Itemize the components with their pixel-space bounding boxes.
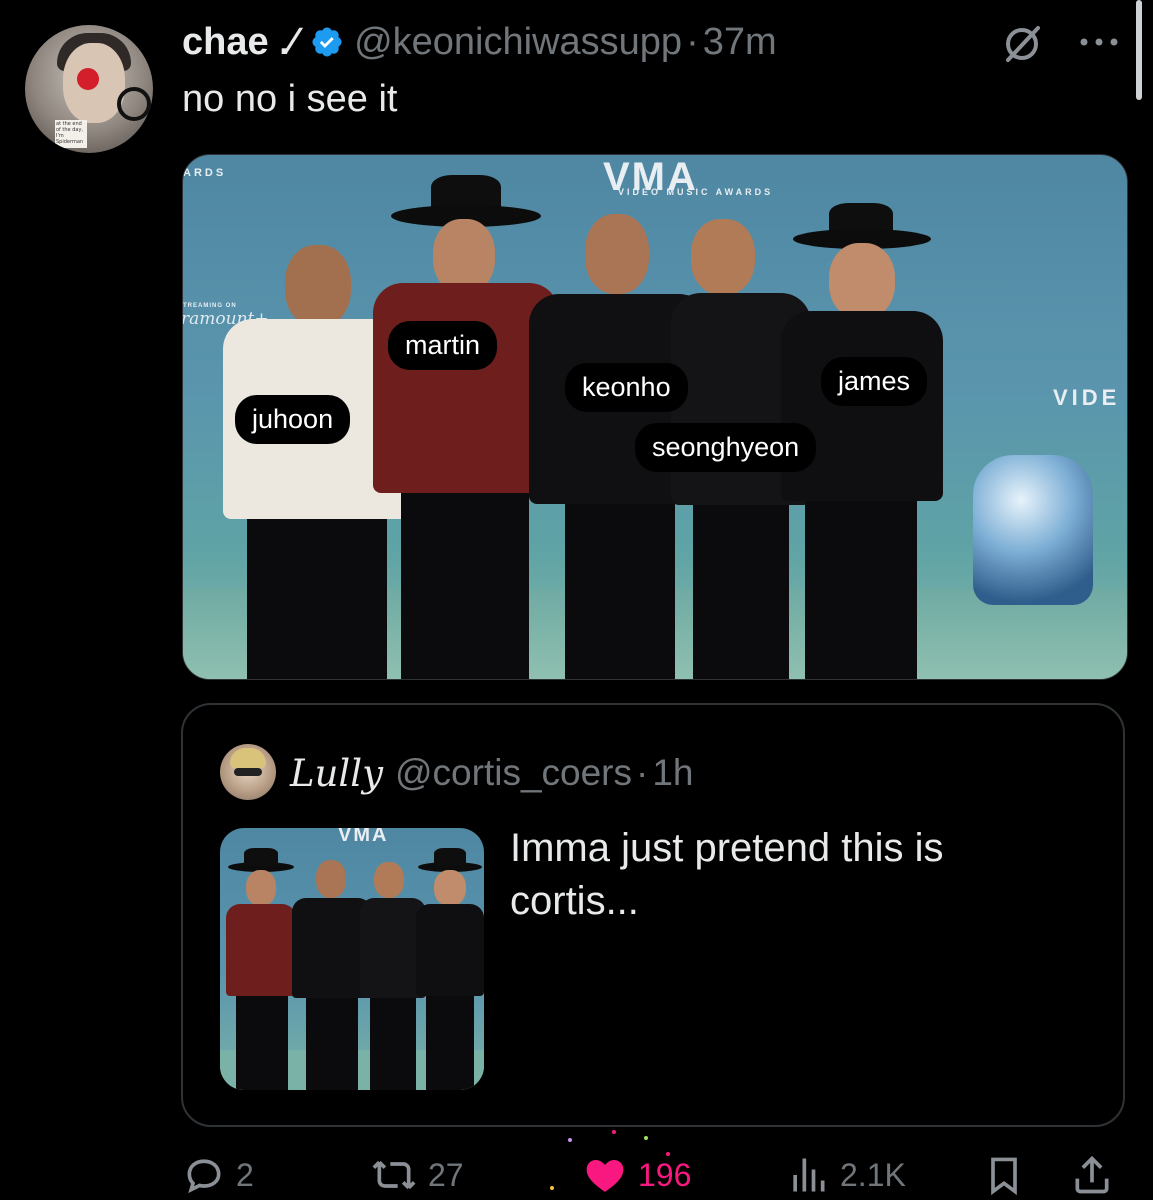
views-icon bbox=[793, 1158, 825, 1192]
like-sparkle bbox=[568, 1138, 572, 1142]
quoted-image[interactable]: VMA bbox=[220, 828, 484, 1090]
repost-button[interactable]: 27 bbox=[370, 1150, 464, 1200]
like-sparkle bbox=[612, 1130, 616, 1134]
quoted-vma-logo: VMA bbox=[338, 828, 389, 846]
more-icon[interactable] bbox=[1076, 32, 1122, 52]
moonperson-trophy bbox=[973, 455, 1093, 605]
quoted-header: Lully @cortis_coers · 1h bbox=[290, 750, 693, 796]
tweet-header: chae .⁄ @keonichiwassupp · 37m bbox=[182, 18, 777, 66]
scrollbar[interactable] bbox=[1136, 0, 1142, 100]
bookmark-button[interactable] bbox=[982, 1150, 1026, 1200]
avatar[interactable]: at the end of the day, I'm Spiderman bbox=[25, 25, 153, 153]
grok-icon[interactable] bbox=[1000, 22, 1044, 66]
tweet-image[interactable]: VMA VIDEO MUSIC AWARDS ARDS TREAMING ON … bbox=[182, 154, 1128, 680]
share-button[interactable] bbox=[1070, 1150, 1114, 1200]
avatar-note: at the end of the day, I'm Spiderman bbox=[55, 120, 87, 148]
backdrop-awards: ARDS bbox=[183, 167, 227, 179]
tag-keonho: keonho bbox=[565, 363, 688, 412]
tag-martin: martin bbox=[388, 321, 498, 370]
separator-dot: · bbox=[686, 20, 699, 63]
like-sparkle bbox=[666, 1152, 670, 1156]
like-sparkle bbox=[550, 1186, 554, 1190]
views-button[interactable]: 2.1K bbox=[786, 1150, 906, 1200]
repost-icon bbox=[372, 1160, 416, 1190]
display-name[interactable]: chae .⁄ bbox=[182, 21, 296, 64]
like-count: 196 bbox=[638, 1156, 692, 1193]
vma-subtitle: VIDEO MUSIC AWARDS bbox=[618, 187, 774, 197]
quoted-person-4 bbox=[416, 848, 484, 1090]
quoted-person-1 bbox=[226, 848, 296, 1090]
quoted-avatar[interactable] bbox=[220, 744, 276, 800]
handle[interactable]: @keonichiwassupp bbox=[354, 21, 682, 64]
reply-button[interactable]: 2 bbox=[182, 1150, 254, 1200]
quoted-display-name[interactable]: Lully bbox=[290, 752, 383, 795]
tag-seonghyeon: seonghyeon bbox=[635, 423, 817, 472]
bookmark-icon bbox=[991, 1157, 1017, 1196]
tag-james: james bbox=[821, 357, 928, 406]
action-bar: 2 27 196 2.1K bbox=[182, 1130, 1122, 1200]
like-sparkle bbox=[644, 1136, 648, 1140]
reply-count: 2 bbox=[236, 1156, 254, 1193]
quoted-timestamp: 1h bbox=[652, 752, 694, 793]
backdrop-vide: VIDE bbox=[1053, 385, 1121, 410]
quoted-handle[interactable]: @cortis_coers bbox=[395, 752, 632, 794]
quoted-separator-dot: · bbox=[636, 752, 649, 793]
timestamp[interactable]: 37m bbox=[703, 21, 777, 64]
tweet-text: no no i see it bbox=[182, 78, 398, 120]
like-button[interactable]: 196 bbox=[582, 1150, 691, 1200]
reply-icon bbox=[187, 1159, 221, 1194]
repost-count: 27 bbox=[428, 1156, 464, 1193]
quoted-text: Imma just pretend this is cortis... bbox=[510, 826, 944, 923]
views-count: 2.1K bbox=[840, 1156, 906, 1193]
heart-icon bbox=[586, 1159, 624, 1192]
verified-badge-icon[interactable] bbox=[310, 25, 344, 59]
tag-juhoon: juhoon bbox=[235, 395, 351, 444]
share-icon bbox=[1075, 1155, 1109, 1194]
glasses-icon bbox=[117, 87, 151, 121]
spiderman-icon bbox=[77, 68, 99, 90]
